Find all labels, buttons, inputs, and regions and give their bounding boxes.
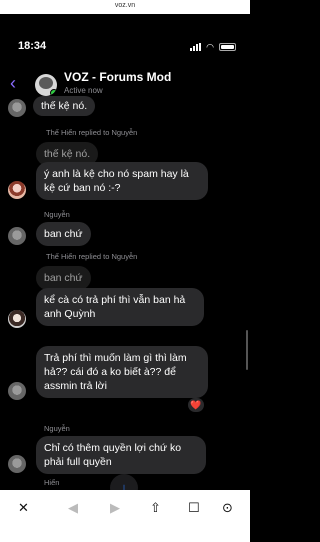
reply-tag: Thế Hiển replied to Nguyễn [46,128,138,137]
message-text: Trả phí thì muốn làm gì thì làm hả?? cái… [36,346,208,398]
browser-toolbar: ✕ ◀ ▶ ⇧ ☐ ⊙ [0,490,250,542]
bookmarks-icon[interactable]: ☐ [188,500,200,516]
message-text: Chỉ có thêm quyền lợi chứ ko phải full q… [36,436,206,474]
quoted-text: ban chứ [36,266,91,290]
status-icons: ◠ [190,42,236,52]
message[interactable]: ban chứ [36,222,91,246]
message[interactable]: thế kệ nó. [33,96,96,116]
message[interactable]: kể cà có trả phí thì vẫn ban hả anh Quỳn… [36,288,204,326]
heart-reaction-icon[interactable]: ❤️ [188,398,204,412]
wifi-icon: ◠ [206,42,214,52]
message[interactable]: Chỉ có thêm quyền lợi chứ ko phải full q… [36,436,206,474]
avatar[interactable] [8,310,26,328]
avatar[interactable] [8,99,26,117]
close-icon[interactable]: ✕ [18,500,29,516]
avatar[interactable] [8,227,26,245]
chat-status: Active now [64,86,103,95]
compass-icon[interactable]: ⊙ [222,500,233,516]
message[interactable]: Trả phí thì muốn làm gì thì làm hả?? cái… [36,346,208,398]
quoted-message[interactable]: ban chứ [36,266,91,290]
avatar[interactable] [8,382,26,400]
avatar[interactable] [8,181,26,199]
sender-name: Nguyễn [44,424,70,433]
message-text: kể cà có trả phí thì vẫn ban hả anh Quỳn… [36,288,204,326]
scrollbar[interactable] [246,330,248,370]
message-text: ý anh là kệ cho nó spam hay là kệ cứ ban… [36,162,208,200]
url-text: voz.vn [114,2,136,9]
message[interactable]: ý anh là kệ cho nó spam hay là kệ cứ ban… [36,162,208,200]
online-dot [50,89,57,96]
forward-icon[interactable]: ▶ [110,500,120,516]
browser-url-bar[interactable]: voz.vn [0,0,250,14]
chat-title[interactable]: VOZ - Forums Mod [64,70,171,84]
battery-icon [219,43,236,51]
back-icon[interactable]: ◀ [68,500,78,516]
reply-tag: Thế Hiển replied to Nguyễn [46,252,138,261]
message-text: ban chứ [36,222,91,246]
avatar[interactable] [8,455,26,473]
sender-name: Nguyễn [44,210,70,219]
avatar[interactable] [35,74,57,96]
message-text: thế kệ nó. [33,96,96,116]
signal-icon [190,43,202,51]
status-bar: 18:34 ◠ [0,40,250,66]
sender-name: Hiển [44,478,60,487]
status-time: 18:34 [18,40,47,52]
chevron-left-icon[interactable]: ‹ [10,74,20,92]
share-icon[interactable]: ⇧ [150,500,161,516]
